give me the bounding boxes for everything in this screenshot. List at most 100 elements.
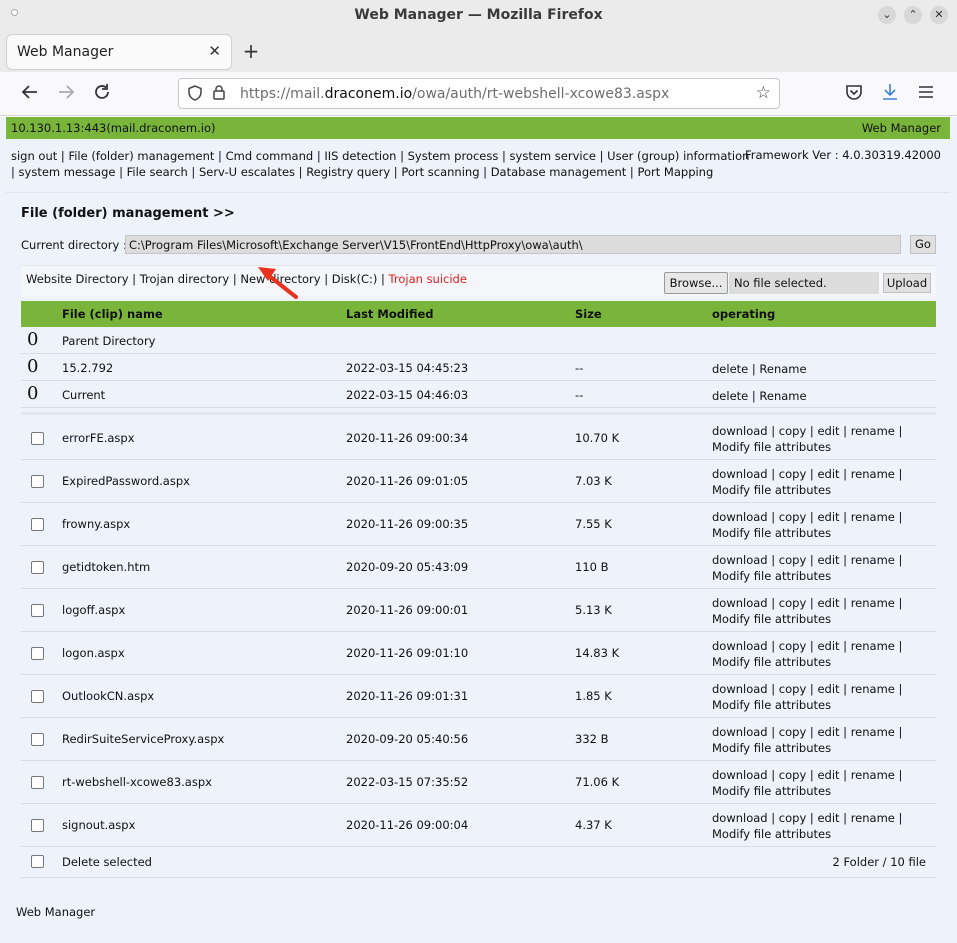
menu-file-search[interactable]: File search <box>127 165 188 179</box>
go-button[interactable]: Go <box>910 235 936 254</box>
header-file-name: File (clip) name <box>62 307 163 321</box>
menu-system-message[interactable]: system message <box>19 165 116 179</box>
back-arrow-icon[interactable] <box>19 83 41 105</box>
directory-links: Website Directory | Trojan directory | N… <box>26 272 467 286</box>
file-checkbox[interactable] <box>31 432 44 445</box>
reload-icon[interactable] <box>91 83 113 105</box>
file-operations[interactable]: download | copy | edit | rename | Modify… <box>712 767 934 799</box>
menu-system-process[interactable]: System process <box>408 149 499 163</box>
directory-toolbar: Website Directory | Trojan directory | N… <box>21 265 936 297</box>
trojan-directory-link[interactable]: Trojan directory <box>140 272 229 286</box>
folder-marker: 0 <box>27 356 39 377</box>
file-operations[interactable]: download | copy | edit | rename | Modify… <box>712 466 934 498</box>
folder-name-link[interactable]: 15.2.792 <box>62 361 113 375</box>
close-window-icon[interactable]: ✕ <box>930 6 948 24</box>
table-row: logoff.aspx 2020-11-26 09:00:01 5.13 K down… <box>21 589 936 632</box>
table-row: rt-webshell-xcowe83.aspx 2022-03-15 07:35… <box>21 761 936 804</box>
folder-row: 0 15.2.792 2022-03-15 04:45:23 -- delete… <box>21 354 936 381</box>
delete-selected-row: Delete selected 2 Folder / 10 file <box>21 846 936 878</box>
file-name-link[interactable]: logon.aspx <box>62 646 125 660</box>
folder-marker: 0 <box>27 329 39 350</box>
file-modified: 2020-09-20 05:43:09 <box>346 560 469 574</box>
url-path: /owa/auth/rt-webshell-xcowe83.aspx <box>412 86 670 102</box>
file-checkbox[interactable] <box>31 819 44 832</box>
trojan-suicide-link[interactable]: Trojan suicide <box>389 272 467 286</box>
file-name-link[interactable]: errorFE.aspx <box>62 431 135 445</box>
navigation-toolbar: https://mail.draconem.io/owa/auth/rt-web… <box>0 72 957 116</box>
file-modified: 2020-11-26 09:00:34 <box>346 431 469 445</box>
menu-sign-out[interactable]: sign out <box>11 149 57 163</box>
table-row: logon.aspx 2020-11-26 09:01:10 14.83 K down… <box>21 632 936 675</box>
folder-row: 0 Parent Directory <box>21 327 936 354</box>
web-page: 10.130.1.13:443(mail.draconem.io) Web Ma… <box>0 117 957 943</box>
red-pointer-arrow <box>258 267 298 299</box>
menu-port-mapping[interactable]: Port Mapping <box>637 165 713 179</box>
folder-name-link[interactable]: Current <box>62 388 105 402</box>
table-separator <box>21 412 936 415</box>
lock-icon[interactable] <box>212 84 226 104</box>
new-tab-plus-icon[interactable]: + <box>241 37 261 65</box>
folder-operations[interactable]: delete | Rename <box>712 388 934 404</box>
pocket-icon[interactable] <box>843 83 865 105</box>
menu-serv-u-escalates[interactable]: Serv-U escalates <box>199 165 295 179</box>
main-menu: sign out | File (folder) management | Cm… <box>11 149 750 179</box>
file-operations[interactable]: download | copy | edit | rename | Modify… <box>712 509 934 541</box>
bookmark-star-icon[interactable]: ☆ <box>756 83 771 103</box>
website-directory-link[interactable]: Website Directory <box>26 272 129 286</box>
menu-iis-detection[interactable]: IIS detection <box>324 149 396 163</box>
file-checkbox[interactable] <box>31 604 44 617</box>
menu-registry-query[interactable]: Registry query <box>306 165 390 179</box>
folder-operations[interactable]: delete | Rename <box>712 361 934 377</box>
file-name-link[interactable]: rt-webshell-xcowe83.aspx <box>62 775 212 789</box>
current-directory-input[interactable]: C:\Program Files\Microsoft\Exchange Serv… <box>125 235 901 254</box>
file-name-link[interactable]: signout.aspx <box>62 818 135 832</box>
browser-tab[interactable]: Web Manager ✕ <box>7 35 231 69</box>
file-operations[interactable]: download | copy | edit | rename | Modify… <box>712 681 934 713</box>
file-operations[interactable]: download | copy | edit | rename | Modify… <box>712 810 934 842</box>
minimize-icon[interactable]: ⌄ <box>878 6 896 24</box>
file-checkbox[interactable] <box>31 647 44 660</box>
shield-icon[interactable] <box>188 85 202 105</box>
file-name-link[interactable]: logoff.aspx <box>62 603 125 617</box>
file-checkbox[interactable] <box>31 561 44 574</box>
parent-directory-link[interactable]: Parent Directory <box>62 334 155 348</box>
close-tab-icon[interactable]: ✕ <box>208 42 221 60</box>
folder-modified: 2022-03-15 04:46:03 <box>346 388 469 402</box>
file-operations[interactable]: download | copy | edit | rename | Modify… <box>712 724 934 756</box>
table-header: File (clip) name Last Modified Size oper… <box>21 301 936 327</box>
file-name-link[interactable]: ExpiredPassword.aspx <box>62 474 190 488</box>
header-size: Size <box>575 307 602 321</box>
file-checkbox[interactable] <box>31 690 44 703</box>
menu-file-management[interactable]: File (folder) management <box>68 149 214 163</box>
forward-arrow-icon[interactable] <box>55 83 77 105</box>
file-name-link[interactable]: getidtoken.htm <box>62 560 150 574</box>
file-name-link[interactable]: RedirSuiteServiceProxy.aspx <box>62 732 224 746</box>
menu-cmd-command[interactable]: Cmd command <box>226 149 314 163</box>
maximize-icon[interactable]: ⌃ <box>904 6 922 24</box>
url-text[interactable]: https://mail.draconem.io/owa/auth/rt-web… <box>240 86 669 102</box>
download-icon[interactable] <box>879 83 901 105</box>
file-operations[interactable]: download | copy | edit | rename | Modify… <box>712 638 934 670</box>
file-operations[interactable]: download | copy | edit | rename | Modify… <box>712 423 934 455</box>
menu-system-service[interactable]: system service <box>510 149 596 163</box>
menu-database-management[interactable]: Database management <box>491 165 627 179</box>
menu-user-group-information[interactable]: User (group) information <box>607 149 749 163</box>
upload-button[interactable]: Upload <box>883 273 931 293</box>
menu-port-scanning[interactable]: Port scanning <box>401 165 479 179</box>
select-all-checkbox[interactable] <box>31 855 44 868</box>
file-checkbox[interactable] <box>31 475 44 488</box>
file-checkbox[interactable] <box>31 733 44 746</box>
file-size: 332 B <box>575 732 609 746</box>
file-name-link[interactable]: frowny.aspx <box>62 517 130 531</box>
hamburger-menu-icon[interactable] <box>915 83 937 105</box>
disk-c-link[interactable]: Disk(C:) <box>332 272 378 286</box>
file-operations[interactable]: download | copy | edit | rename | Modify… <box>712 595 934 627</box>
browse-button[interactable]: Browse... <box>664 272 728 294</box>
file-operations[interactable]: download | copy | edit | rename | Modify… <box>712 552 934 584</box>
file-checkbox[interactable] <box>31 518 44 531</box>
file-checkbox[interactable] <box>31 776 44 789</box>
file-name-link[interactable]: OutlookCN.aspx <box>62 689 154 703</box>
page-heading: File (folder) management >> <box>21 206 235 221</box>
address-bar[interactable]: https://mail.draconem.io/owa/auth/rt-web… <box>178 78 780 109</box>
delete-selected-button[interactable]: Delete selected <box>62 855 152 869</box>
